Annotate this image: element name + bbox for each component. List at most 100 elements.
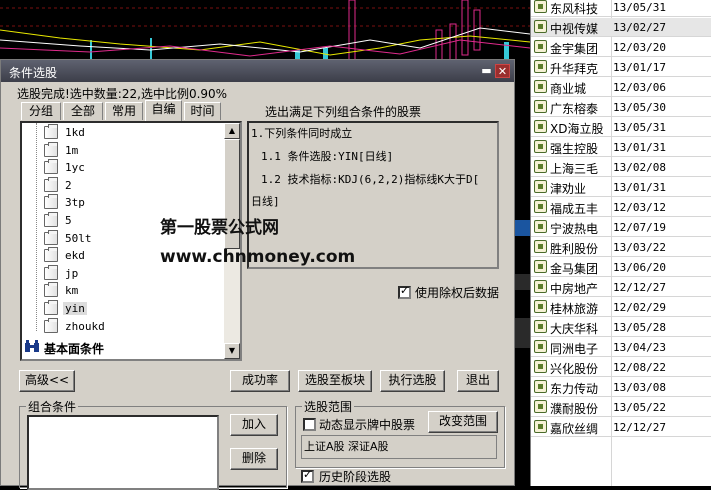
tree-item-label: 1kd [65, 126, 85, 139]
tree-item-label: jp [65, 266, 79, 280]
stock-row[interactable]: 广东榕泰 13/05/30 [531, 98, 711, 117]
stock-row[interactable]: 嘉欣丝绸 12/12/27 [531, 418, 711, 437]
stock-icon [534, 0, 547, 13]
stock-row[interactable]: 大庆华科 13/05/28 [531, 318, 711, 337]
formula-folder-icon [44, 317, 58, 333]
condition-line: 日线] [251, 195, 280, 208]
execute-button[interactable]: 执行选股 [380, 370, 445, 392]
stock-row[interactable]: 宁波热电 12/07/19 [531, 218, 711, 237]
stock-icon [534, 200, 547, 213]
formula-folder-icon [44, 124, 58, 139]
scroll-down-icon[interactable]: ▼ [224, 343, 240, 359]
tab-3[interactable]: 自编 [145, 100, 182, 121]
formula-folder-icon [44, 141, 58, 157]
stock-date: 12/12/27 [613, 421, 666, 434]
tree-scrollbar[interactable]: ▲ ▼ [224, 123, 240, 359]
stock-date: 13/02/08 [613, 161, 666, 174]
stock-name: 中房地产 [550, 282, 599, 296]
stock-row[interactable]: 金宇集团 12/03/20 [531, 38, 711, 57]
history-checkbox[interactable] [301, 468, 314, 483]
stock-name: 兴化股份 [550, 362, 599, 376]
stock-icon [534, 60, 547, 73]
stock-date: 13/03/08 [613, 381, 666, 394]
stock-row[interactable]: 福成五丰 12/03/12 [531, 198, 711, 217]
status-text: 选股完成!选中数量:22,选中比例0.90% [17, 87, 228, 101]
stock-row[interactable]: 桂林旅游 12/02/29 [531, 298, 711, 317]
stock-row[interactable]: 上海三毛 13/02/08 [531, 158, 711, 177]
stock-row[interactable]: 强生控股 13/01/31 [531, 138, 711, 157]
stock-date: 13/04/23 [613, 341, 666, 354]
scroll-up-icon[interactable]: ▲ [224, 123, 240, 139]
stock-icon [534, 400, 547, 413]
delete-button[interactable]: 删除 [230, 448, 278, 470]
stock-icon [534, 140, 547, 153]
stock-row[interactable]: 东力传动 13/03/08 [531, 378, 711, 397]
use-adjusted-checkbox[interactable] [398, 284, 411, 299]
stock-row[interactable]: 同洲电子 13/04/23 [531, 338, 711, 357]
tree-item-label: 基本面条件 [44, 342, 105, 356]
formula-folder-icon [44, 212, 58, 227]
stock-name: 上海三毛 [550, 162, 599, 176]
stock-row[interactable]: 金马集团 13/06/20 [531, 258, 711, 277]
stock-row[interactable]: 商业城 12/03/06 [531, 78, 711, 97]
tree-item-label: 1yc [65, 161, 85, 175]
tree-item-label: km [65, 284, 79, 298]
use-adjusted-label: 使用除权后数据 [415, 286, 500, 300]
change-range-button[interactable]: 改变范围 [428, 411, 498, 433]
range-value: 上证A股 深证A股 [304, 440, 389, 453]
advanced-button[interactable]: 高级<< [19, 370, 75, 392]
minimize-icon[interactable]: ▬ [479, 64, 494, 78]
stock-name: 胜利股份 [550, 242, 599, 256]
stock-icon [534, 300, 547, 313]
exit-button[interactable]: 退出 [457, 370, 499, 392]
dynamic-display-checkbox[interactable] [303, 418, 316, 431]
formula-tree[interactable]: 1kd 1m 1yc 2 3tp 5 50lt ekd jp km yin zhoukd 基本面条件 … [20, 121, 242, 361]
watermark-title: 第一股票公式网 [160, 218, 279, 238]
stock-row[interactable]: 津劝业 13/01/31 [531, 178, 711, 197]
tab-4[interactable]: 时间 [184, 102, 221, 120]
tree-item-label: 5 [65, 214, 72, 227]
stock-row[interactable]: 濮耐股份 13/05/22 [531, 398, 711, 417]
stock-icon [534, 320, 547, 333]
dialog-titlebar[interactable]: 条件选股 ▬ ✕ [1, 60, 514, 82]
dynamic-display-label: 动态显示牌中股票 [319, 418, 416, 432]
stock-row[interactable]: 中视传媒 13/02/27 [531, 18, 711, 37]
stock-list-panel: 东风科技 13/05/31 中视传媒 13/02/27 金宇集团 12/03/20 升华拜克… [530, 0, 711, 486]
add-button[interactable]: 加入 [230, 414, 278, 436]
stock-row[interactable]: 升华拜克 13/01/17 [531, 58, 711, 77]
tree-item-label: 50lt [65, 231, 92, 245]
close-icon[interactable]: ✕ [495, 64, 510, 78]
tree-item-label: zhoukd [65, 319, 105, 333]
stock-name: 大庆华科 [550, 322, 599, 336]
dialog-title: 条件选股 [9, 66, 58, 80]
formula-folder-icon [44, 300, 58, 315]
stock-date: 12/12/27 [613, 281, 666, 294]
range-display: 上证A股 深证A股 [301, 435, 497, 459]
stock-name: 宁波热电 [550, 222, 599, 236]
stock-name: 津劝业 [550, 182, 587, 196]
combo-condition-list[interactable] [27, 415, 219, 490]
tab-0[interactable]: 分组 [21, 102, 61, 120]
to-sector-button[interactable]: 选股至板块 [298, 370, 372, 392]
stock-icon [534, 40, 547, 53]
tab-2[interactable]: 常用 [105, 102, 143, 120]
tab-1[interactable]: 全部 [63, 102, 103, 120]
stock-icon [534, 120, 547, 133]
stock-row[interactable]: 胜利股份 13/03/22 [531, 238, 711, 257]
stock-row[interactable]: XD海立股 13/05/31 [531, 118, 711, 137]
stock-name: 中视传媒 [550, 22, 599, 36]
stock-icon [534, 240, 547, 253]
stock-icon [534, 220, 547, 233]
stock-row[interactable]: 东风科技 13/05/31 [531, 0, 711, 17]
formula-folder-icon [44, 282, 58, 298]
stock-date: 13/01/31 [613, 181, 666, 194]
stock-row[interactable]: 兴化股份 12/08/22 [531, 358, 711, 377]
stock-row[interactable]: 中房地产 12/12/27 [531, 278, 711, 297]
tree-item-label: 1m [65, 143, 79, 157]
range-group-title: 选股范围 [302, 398, 355, 415]
formula-folder-icon [44, 159, 58, 175]
stock-icon [534, 260, 547, 273]
candle-bars [90, 0, 509, 65]
success-rate-button[interactable]: 成功率 [230, 370, 290, 392]
stock-date: 13/05/31 [613, 121, 666, 134]
